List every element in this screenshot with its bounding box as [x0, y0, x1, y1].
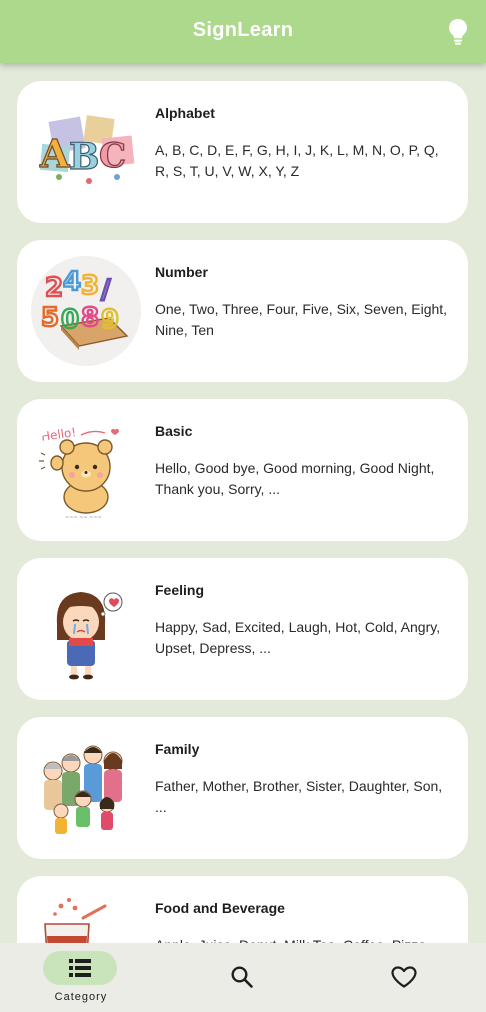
numbers-book-image: 2 4 3 / 5 0 8 9	[31, 256, 141, 366]
nav-category-label: Category	[54, 991, 108, 1003]
nav-active-indicator	[43, 951, 117, 985]
heart-icon	[391, 966, 417, 988]
category-list[interactable]: A B C Alphabet A, B, C, D, E, F, G, H, I…	[0, 63, 486, 943]
svg-text:8: 8	[81, 303, 99, 333]
hello-bear-image: Hello! ~~~ ~~ ~~~	[31, 415, 141, 525]
category-title: Basic	[155, 423, 193, 439]
category-card-basic[interactable]: Hello! ~~~ ~~ ~~~ Basic Hello, Good bye,…	[17, 399, 468, 541]
category-description: Happy, Sad, Excited, Laugh, Hot, Cold, A…	[155, 619, 441, 656]
category-title: Number	[155, 264, 208, 280]
category-title: Alphabet	[155, 105, 215, 121]
nav-favorites[interactable]	[390, 943, 418, 1012]
category-description: Hello, Good bye, Good morning, Good Nigh…	[155, 460, 435, 497]
svg-text:2: 2	[45, 273, 63, 303]
list-icon	[69, 959, 91, 977]
category-title: Food and Beverage	[155, 900, 285, 916]
svg-text:A: A	[39, 131, 70, 176]
category-card-feeling[interactable]: Feeling Happy, Sad, Excited, Laugh, Hot,…	[17, 558, 468, 700]
family-group-image	[31, 733, 141, 843]
category-description: One, Two, Three, Four, Five, Six, Seven,…	[155, 301, 448, 338]
category-description: Apple, Juice, Donut, Milk Tea, Coffee, P…	[155, 935, 451, 943]
category-card-family[interactable]: Family Father, Mother, Brother, Sister, …	[17, 717, 468, 859]
nav-search[interactable]	[228, 943, 256, 1012]
svg-text:4: 4	[63, 267, 81, 297]
svg-text:5: 5	[41, 303, 59, 333]
svg-text:C: C	[99, 136, 126, 176]
bottom-navigation: Category	[0, 943, 486, 1012]
app-bar: SignLearn	[0, 0, 486, 63]
lightbulb-icon[interactable]	[448, 18, 468, 46]
category-title: Feeling	[155, 582, 205, 598]
svg-text:~~~ ~~ ~~~: ~~~ ~~ ~~~	[65, 515, 102, 521]
category-description: A, B, C, D, E, F, G, H, I, J, K, L, M, N…	[155, 142, 439, 179]
category-description: Father, Mother, Brother, Sister, Daughte…	[155, 778, 443, 815]
svg-text:3: 3	[81, 271, 99, 301]
category-card-number[interactable]: 2 4 3 / 5 0 8 9 Number One, Two, Three, …	[17, 240, 468, 382]
nav-category[interactable]: Category	[43, 943, 119, 1012]
app-screen: SignLearn A B C Alphabet A, B, C, D, E, …	[0, 0, 486, 1012]
category-title: Family	[155, 741, 200, 757]
svg-text:0: 0	[61, 305, 79, 335]
category-card-alphabet[interactable]: A B C Alphabet A, B, C, D, E, F, G, H, I…	[17, 81, 468, 223]
abc-blocks-image: A B C	[31, 97, 141, 207]
svg-text:/: /	[101, 275, 111, 305]
drink-food-image: BBB	[31, 892, 141, 943]
category-card-food-and-beverage[interactable]: BBB Food and Beverage Apple, Juice, Donu…	[17, 876, 468, 943]
app-title: SignLearn	[192, 19, 294, 41]
svg-text:B: B	[69, 136, 99, 178]
svg-text:9: 9	[101, 305, 119, 335]
crying-girl-image	[31, 574, 141, 684]
search-icon	[231, 966, 253, 988]
